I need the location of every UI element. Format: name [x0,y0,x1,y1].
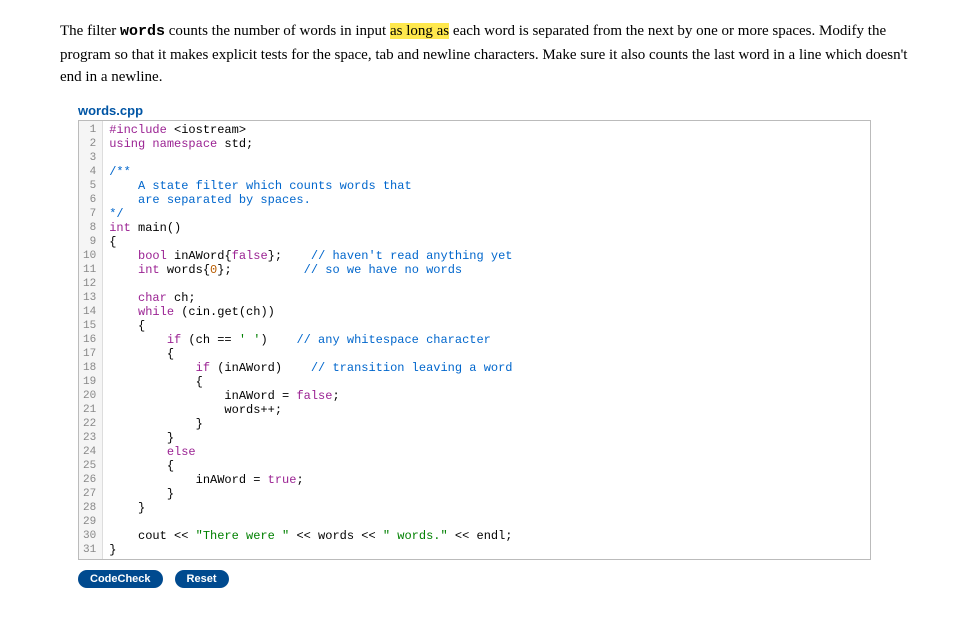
code-line[interactable]: while (cin.get(ch)) [109,305,864,319]
code-area[interactable]: #include <iostream>using namespace std; /… [103,121,870,559]
code-line[interactable] [109,277,864,291]
code-line[interactable]: } [109,501,864,515]
code-line[interactable]: { [109,375,864,389]
line-number: 5 [83,179,96,193]
code-line[interactable]: if (ch == ' ') // any whitespace charact… [109,333,864,347]
line-number: 11 [83,263,96,277]
line-number-gutter: 1234567891011121314151617181920212223242… [79,121,103,559]
line-number: 21 [83,403,96,417]
code-line[interactable]: } [109,417,864,431]
instr-text-1: The filter [60,23,120,39]
line-number: 26 [83,473,96,487]
code-line[interactable]: are separated by spaces. [109,193,864,207]
code-line[interactable]: int words{0}; // so we have no words [109,263,864,277]
code-line[interactable]: } [109,431,864,445]
line-number: 15 [83,319,96,333]
line-number: 12 [83,277,96,291]
code-line[interactable]: { [109,235,864,249]
line-number: 28 [83,501,96,515]
code-line[interactable]: } [109,487,864,501]
line-number: 18 [83,361,96,375]
line-number: 30 [83,529,96,543]
problem-instructions: The filter words counts the number of wo… [60,20,911,89]
code-line[interactable]: */ [109,207,864,221]
line-number: 29 [83,515,96,529]
line-number: 20 [83,389,96,403]
code-line[interactable]: #include <iostream> [109,123,864,137]
button-row: CodeCheck Reset [78,570,911,588]
code-editor[interactable]: 1234567891011121314151617181920212223242… [78,120,871,560]
code-line[interactable]: if (inAWord) // transition leaving a wor… [109,361,864,375]
line-number: 31 [83,543,96,557]
line-number: 23 [83,431,96,445]
filename-label: words.cpp [60,103,911,118]
line-number: 7 [83,207,96,221]
code-line[interactable]: { [109,459,864,473]
code-line[interactable]: A state filter which counts words that [109,179,864,193]
code-line[interactable]: { [109,319,864,333]
codecheck-button[interactable]: CodeCheck [78,570,163,588]
line-number: 25 [83,459,96,473]
code-line[interactable] [109,151,864,165]
line-number: 22 [83,417,96,431]
code-line[interactable]: inAWord = true; [109,473,864,487]
instr-text-2: counts the number of words in input [165,23,390,39]
code-line[interactable]: } [109,543,864,557]
line-number: 3 [83,151,96,165]
line-number: 8 [83,221,96,235]
line-number: 27 [83,487,96,501]
line-number: 14 [83,305,96,319]
line-number: 16 [83,333,96,347]
line-number: 24 [83,445,96,459]
line-number: 2 [83,137,96,151]
line-number: 9 [83,235,96,249]
line-number: 1 [83,123,96,137]
line-number: 17 [83,347,96,361]
code-line[interactable]: bool inAWord{false}; // haven't read any… [109,249,864,263]
code-line[interactable]: words++; [109,403,864,417]
code-line[interactable]: inAWord = false; [109,389,864,403]
line-number: 13 [83,291,96,305]
code-line[interactable]: /** [109,165,864,179]
line-number: 19 [83,375,96,389]
line-number: 4 [83,165,96,179]
instr-code: words [120,23,165,40]
line-number: 6 [83,193,96,207]
code-line[interactable]: char ch; [109,291,864,305]
code-line[interactable]: using namespace std; [109,137,864,151]
code-line[interactable]: cout << "There were " << words << " word… [109,529,864,543]
code-line[interactable]: int main() [109,221,864,235]
code-line[interactable]: { [109,347,864,361]
instr-highlight: as long as [390,23,449,39]
line-number: 10 [83,249,96,263]
code-line[interactable]: else [109,445,864,459]
code-line[interactable] [109,515,864,529]
reset-button[interactable]: Reset [175,570,229,588]
